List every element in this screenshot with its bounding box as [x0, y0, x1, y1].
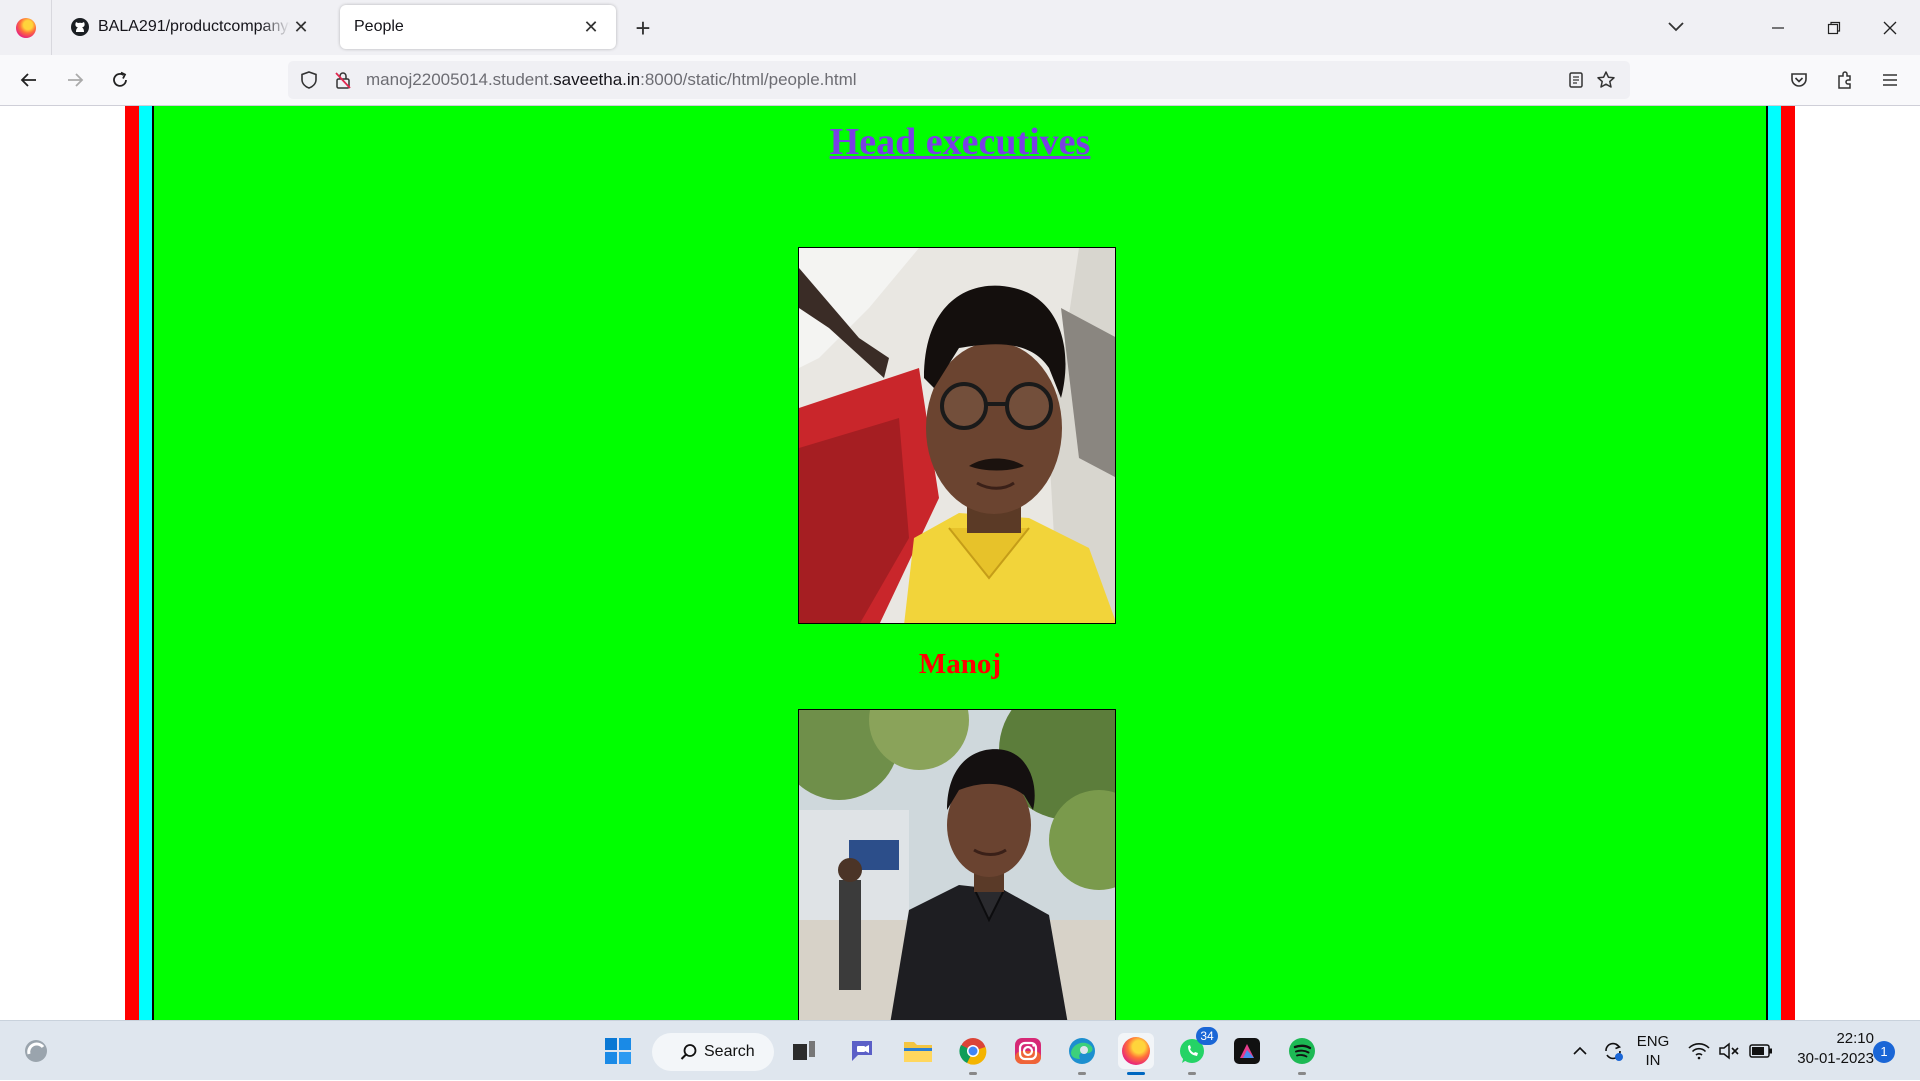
new-tab-button[interactable]: + [628, 13, 658, 43]
github-icon [70, 17, 90, 37]
firefox-taskbar-icon[interactable] [1118, 1033, 1154, 1075]
chevron-down-icon [1668, 22, 1684, 32]
minimize-icon [1772, 26, 1784, 29]
start-icon[interactable] [600, 1033, 636, 1069]
outer-red-border: Head executives Manoj [125, 106, 1795, 1020]
teams-chat-icon[interactable] [844, 1033, 880, 1069]
arrow-right-icon [68, 73, 84, 87]
tab-people[interactable]: People ✕ [340, 5, 616, 49]
restore-button[interactable] [1806, 0, 1862, 55]
arrow-left-icon [20, 73, 36, 87]
clock-time: 22:10 [1836, 1030, 1874, 1047]
close-window-button[interactable] [1862, 0, 1918, 55]
people-page-body: Head executives Manoj [154, 106, 1766, 1020]
tab-title: People [354, 18, 404, 35]
tab-strip: BALA291/productcompanyweb ✕ People ✕ + [0, 0, 1920, 55]
taskbar-search-box[interactable]: Search [652, 1033, 774, 1071]
address-bar[interactable]: manoj22005014.student.saveetha.in:8000/s… [288, 61, 1630, 99]
spotify-icon[interactable] [1284, 1033, 1320, 1075]
url-host: saveetha.in [553, 70, 641, 89]
pocket-button[interactable] [1783, 64, 1815, 96]
sync-icon[interactable] [1598, 1021, 1628, 1081]
windows-taskbar: Search 34 ENG IN 22:10 30-01-2023 1 [0, 1020, 1920, 1080]
person-photo-second [798, 709, 1116, 1020]
whatsapp-icon[interactable]: 34 [1174, 1027, 1218, 1075]
tracking-protection-shield-icon[interactable] [295, 66, 323, 94]
hamburger-menu-icon [1883, 74, 1897, 86]
url-suffix: :8000/static/html/people.html [640, 70, 857, 89]
reload-button[interactable] [104, 64, 136, 96]
notification-center-badge[interactable]: 1 [1873, 1041, 1895, 1063]
person-name: Manoj [918, 648, 1002, 680]
input-language-indicator[interactable]: ENG IN [1636, 1021, 1670, 1081]
url-text[interactable]: manoj22005014.student.saveetha.in:8000/s… [366, 61, 857, 99]
file-explorer-icon[interactable] [900, 1033, 936, 1069]
close-tab-icon[interactable]: ✕ [580, 16, 602, 38]
clock-date: 30-01-2023 [1797, 1050, 1874, 1067]
edge-icon[interactable] [1064, 1033, 1100, 1075]
page-viewport[interactable]: Head executives Manoj [0, 106, 1920, 1020]
navigation-toolbar: manoj22005014.student.saveetha.in:8000/s… [0, 55, 1920, 106]
task-view-icon[interactable] [786, 1033, 822, 1069]
insecure-connection-lock-icon[interactable] [329, 66, 357, 94]
search-label: Search [704, 1043, 755, 1060]
page-heading: Head executives [829, 121, 1091, 163]
region-code: IN [1645, 1052, 1661, 1069]
volume-muted-icon[interactable] [1716, 1021, 1742, 1081]
application-menu-button[interactable] [1874, 64, 1906, 96]
search-icon [680, 1044, 697, 1060]
tab-github[interactable]: BALA291/productcompanyweb ✕ [56, 5, 326, 49]
bookmark-star-icon[interactable] [1592, 66, 1620, 94]
reader-view-icon[interactable] [1562, 66, 1590, 94]
instagram-icon[interactable] [1010, 1033, 1046, 1069]
firefox-icon [15, 17, 36, 38]
widgets-weather-icon[interactable] [18, 1033, 54, 1069]
close-tab-icon[interactable]: ✕ [290, 16, 312, 38]
close-icon [1883, 21, 1897, 34]
wifi-icon[interactable] [1686, 1021, 1712, 1081]
black-border-line: Head executives Manoj [152, 106, 1768, 1020]
url-prefix: manoj22005014.student. [366, 70, 554, 89]
battery-icon[interactable] [1746, 1021, 1776, 1081]
show-hidden-icons-chevron-up-icon[interactable] [1568, 1021, 1592, 1081]
tab-title: BALA291/productcompanyweb [98, 18, 290, 35]
forward-button[interactable] [59, 64, 91, 96]
restore-icon [1827, 21, 1841, 34]
language-code: ENG [1636, 1033, 1670, 1050]
person-photo-manoj [798, 247, 1116, 624]
firefox-view-button[interactable] [0, 0, 52, 55]
extensions-button[interactable] [1829, 64, 1861, 96]
pocket-icon [1791, 73, 1807, 87]
minimize-button[interactable] [1750, 0, 1806, 55]
back-button[interactable] [13, 64, 45, 96]
chrome-icon[interactable] [955, 1033, 991, 1075]
puzzle-piece-icon [1838, 71, 1851, 89]
whatsapp-unread-badge: 34 [1196, 1027, 1218, 1045]
inner-cyan-border: Head executives Manoj [139, 106, 1781, 1020]
list-all-tabs-button[interactable] [1660, 12, 1692, 42]
affinity-icon[interactable] [1229, 1033, 1265, 1069]
reload-icon [113, 71, 127, 87]
taskbar-clock[interactable]: 22:10 30-01-2023 [1788, 1029, 1874, 1069]
